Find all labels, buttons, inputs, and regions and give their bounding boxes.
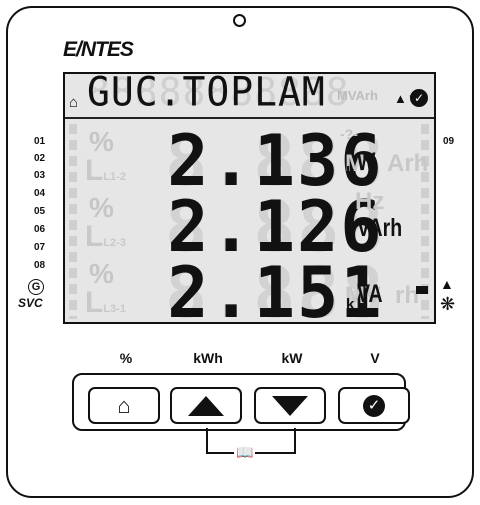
check-circle-icon: ✓ — [410, 89, 428, 107]
brand-logo: E/NTES — [63, 38, 134, 61]
button-label-kw: kW — [281, 350, 303, 366]
indicator-label: 08 — [34, 260, 46, 271]
generator-icon: G — [28, 279, 44, 295]
row2-unit-prefix: k — [346, 230, 355, 247]
row3-unit-prefix: k — [346, 296, 355, 313]
check-circle-icon: ✓ — [363, 394, 385, 417]
alarm-bell-icon: ▲ — [440, 276, 454, 292]
down-button[interactable] — [254, 387, 326, 424]
row1-small-ghost: -?- — [340, 126, 358, 142]
phase-label-3: LL3-1 — [85, 286, 126, 319]
header-title: GUC.TOPLAM — [87, 72, 326, 116]
relay-indicator — [416, 286, 428, 294]
indicator-label: 06 — [34, 224, 46, 235]
row1-unit-ghost-after: Arh — [387, 150, 429, 177]
indicator-label: 07 — [34, 242, 46, 253]
lcd-display: ⌂ 88888888888 GUC.TOPLAM MVArh ▲▼ ✓ % LL… — [63, 72, 436, 324]
status-led — [233, 14, 246, 27]
indicator-label: 04 — [34, 188, 46, 199]
button-label-v: V — [370, 350, 380, 366]
down-arrow-icon — [272, 395, 308, 416]
header-unit-ghost: MVArh — [337, 88, 378, 103]
row3-unit: VA — [357, 280, 383, 308]
home-icon: ⌂ — [69, 94, 79, 111]
indicator-label: 09 — [443, 136, 455, 147]
up-arrow-icon — [188, 395, 224, 416]
svc-label: SVC — [18, 296, 43, 310]
phase-label-2: LL2-3 — [85, 220, 126, 253]
phase-label-1: LL1-2 — [85, 154, 126, 187]
row2-unit: VArh — [357, 214, 403, 242]
indicator-label: 03 — [34, 170, 46, 181]
measurement-row-3: % LL3-1 8.888 2.151 MV k VA rh — [65, 252, 434, 322]
indicator-label: 01 — [34, 136, 46, 147]
measurement-row-1: % LL1-2 8.888 2.136 -?- M k W Arh — [65, 120, 434, 202]
button-label-percent: % — [119, 350, 133, 366]
row2-unit-ghost-after: Hz — [355, 188, 385, 215]
row1-unit-prefix: k — [346, 164, 355, 181]
measurement-row-2: % LL2-3 8.888 2.126 Hz k VArh — [65, 186, 434, 268]
home-icon: ⌂ — [117, 392, 131, 418]
fan-icon: ❋ — [440, 294, 456, 314]
home-button[interactable]: ⌂ — [88, 387, 160, 424]
ok-button[interactable]: ✓ — [338, 387, 410, 424]
book-icon: 📖 — [234, 444, 256, 461]
row1-unit: W — [357, 148, 376, 176]
lcd-header: ⌂ 88888888888 GUC.TOPLAM MVArh ▲▼ ✓ — [65, 74, 434, 119]
button-label-kwh: kWh — [193, 350, 223, 366]
indicator-label: 05 — [34, 206, 46, 217]
indicator-label: 02 — [34, 153, 46, 164]
keypad: ⌂ ✓ — [72, 373, 410, 431]
up-button[interactable] — [170, 387, 242, 424]
